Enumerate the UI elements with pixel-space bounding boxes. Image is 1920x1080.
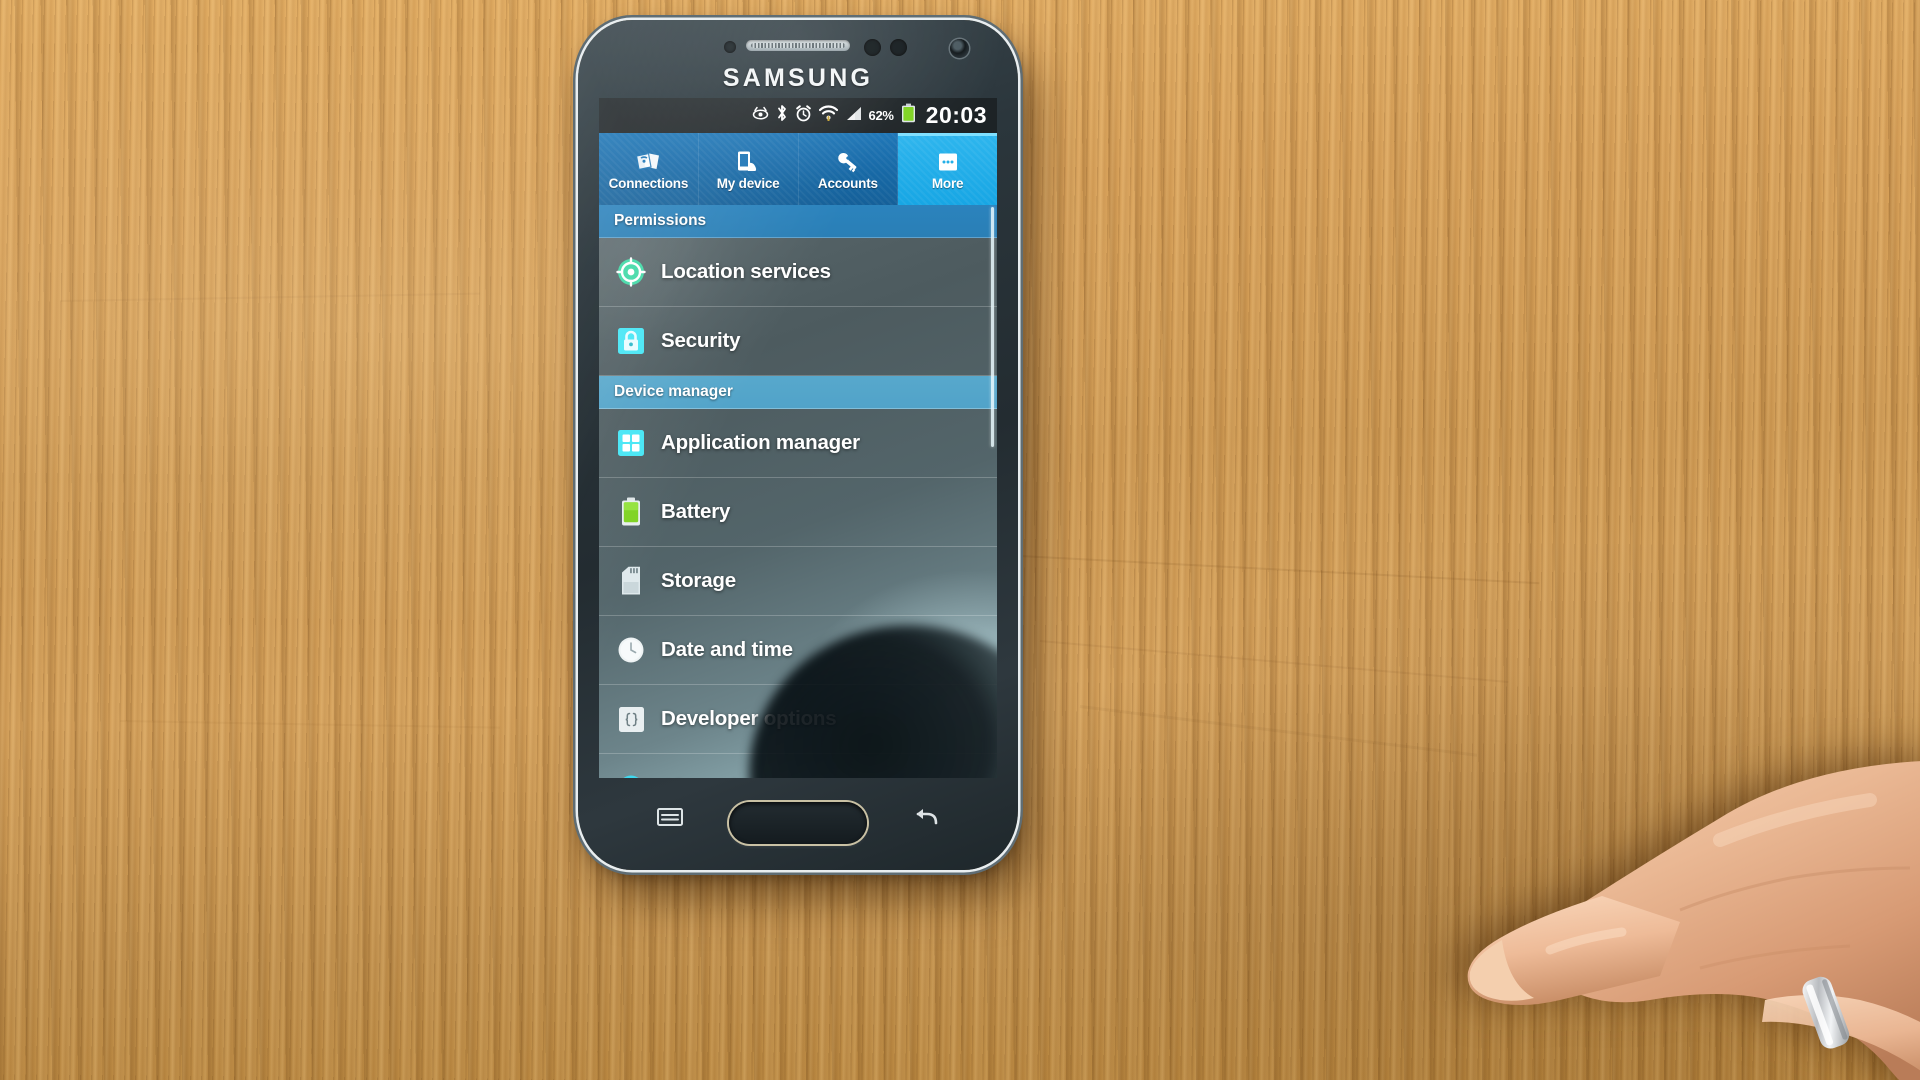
samsung-galaxy-s4-phone: SAMSUNG 62% 20:03 Connections My device … xyxy=(578,20,1018,870)
battery-percent-label: 62% xyxy=(868,108,894,123)
status-bar: 62% 20:03 xyxy=(599,98,997,133)
list-item-label: Application manager xyxy=(661,431,860,454)
accounts-key-icon xyxy=(834,148,862,174)
list-item-application-manager[interactable]: Application manager xyxy=(599,409,997,478)
tab-accounts-label: Accounts xyxy=(817,175,878,191)
front-camera-icon xyxy=(950,39,969,58)
battery-icon xyxy=(616,497,646,527)
signal-bars-icon xyxy=(845,106,862,126)
list-item-label: Storage xyxy=(661,569,736,592)
settings-tab-bar: Connections My device Accounts More xyxy=(599,133,997,205)
phone-screen: 62% 20:03 Connections My device Accounts… xyxy=(599,98,997,778)
lock-icon xyxy=(616,326,646,356)
section-header-permissions: Permissions xyxy=(599,205,997,238)
wood-grain xyxy=(1039,640,1509,683)
list-item-label: Location services xyxy=(661,260,831,283)
user-hand xyxy=(1467,761,1920,1080)
sd-card-icon xyxy=(616,566,646,596)
eye-icon xyxy=(752,106,769,126)
proximity-sensor-icon xyxy=(724,41,736,53)
list-scrollbar[interactable] xyxy=(991,207,994,447)
list-item-label: Security xyxy=(661,329,741,352)
tab-my-device[interactable]: My device xyxy=(698,133,799,205)
wood-grain xyxy=(119,720,500,729)
list-item-developer-options[interactable]: Developer options xyxy=(599,685,997,754)
status-bar-clock: 20:03 xyxy=(925,102,987,128)
info-icon xyxy=(616,773,646,778)
list-item-security[interactable]: Security xyxy=(599,307,997,376)
samsung-brand-logo: SAMSUNG xyxy=(722,64,874,92)
list-item-about-device[interactable]: About device xyxy=(599,754,997,778)
phone-bottom-bezel xyxy=(578,778,1018,870)
list-item-date-and-time[interactable]: Date and time xyxy=(599,616,997,685)
tab-connections-label: Connections xyxy=(608,175,689,191)
wood-grain xyxy=(1019,555,1540,585)
connections-icon xyxy=(634,148,662,174)
my-device-icon xyxy=(734,148,762,174)
list-item-label: About device xyxy=(661,776,788,778)
menu-key[interactable] xyxy=(650,802,690,832)
list-item-storage[interactable]: Storage xyxy=(599,547,997,616)
tab-more-label: More xyxy=(931,175,964,191)
tab-connections[interactable]: Connections xyxy=(599,133,699,205)
back-key[interactable] xyxy=(906,802,946,832)
wifi-icon xyxy=(818,105,838,126)
list-item-label: Date and time xyxy=(661,638,793,661)
alarm-clock-icon xyxy=(795,104,812,127)
list-item-location-services[interactable]: Location services xyxy=(599,238,997,307)
more-dots-icon xyxy=(934,148,962,174)
light-sensor-icon xyxy=(864,39,881,56)
section-label: Permissions xyxy=(614,212,707,229)
wood-grain xyxy=(59,292,480,302)
clock-icon xyxy=(616,635,646,665)
ir-sensor-icon xyxy=(890,39,907,56)
section-label: Device manager xyxy=(614,383,733,400)
list-item-battery[interactable]: Battery xyxy=(599,478,997,547)
section-header-device-manager: Device manager xyxy=(599,376,997,409)
battery-icon xyxy=(901,103,916,128)
home-button[interactable] xyxy=(729,802,867,844)
tab-more[interactable]: More xyxy=(898,133,997,205)
braces-icon xyxy=(616,704,646,734)
location-icon xyxy=(616,257,646,287)
list-item-label: Developer options xyxy=(661,707,837,730)
tab-accounts[interactable]: Accounts xyxy=(798,133,899,205)
apps-grid-icon xyxy=(616,428,646,458)
speaker-grille-icon xyxy=(746,40,850,51)
list-item-label: Battery xyxy=(661,500,731,523)
settings-list[interactable]: Permissions Location services Security D… xyxy=(599,205,997,778)
tab-my-device-label: My device xyxy=(716,175,780,191)
bluetooth-icon xyxy=(776,104,788,127)
